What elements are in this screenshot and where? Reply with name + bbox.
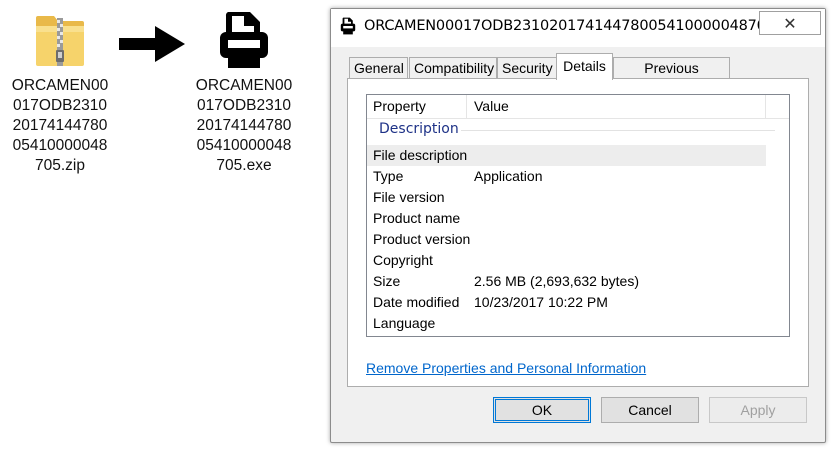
- list-row-file-version[interactable]: File version: [367, 187, 766, 208]
- list-row-product-name[interactable]: Product name: [367, 208, 766, 229]
- list-header: Property Value: [367, 95, 789, 119]
- row-property: Language: [373, 315, 436, 331]
- list-row-file-description[interactable]: File description: [367, 145, 766, 166]
- zipped-folder-icon: [32, 10, 88, 70]
- zip-file-name: ORCAMEN00 017ODB2310 20174144780 0541000…: [11, 77, 109, 174]
- properties-dialog: ORCAMEN00017ODB2310201741447800541000004…: [330, 8, 826, 443]
- list-row-copyright[interactable]: Copyright: [367, 250, 766, 271]
- title-bar[interactable]: ORCAMEN00017ODB2310201741447800541000004…: [331, 9, 825, 47]
- column-header-value[interactable]: Value: [468, 95, 766, 118]
- exe-file-item[interactable]: ORCAMEN00 017ODB2310 20174144780 0541000…: [184, 10, 304, 176]
- right-arrow-icon: [117, 24, 187, 68]
- row-property: Size: [373, 273, 401, 289]
- list-row-language[interactable]: Language: [367, 313, 766, 334]
- list-row-type[interactable]: Type Application: [367, 166, 766, 187]
- details-list[interactable]: Property Value Description File descript…: [366, 94, 790, 337]
- close-button[interactable]: ✕: [759, 11, 821, 35]
- row-value: Application: [474, 168, 543, 184]
- row-property: Copyright: [373, 252, 433, 268]
- list-row-size[interactable]: Size 2.56 MB (2,693,632 bytes): [367, 271, 766, 292]
- row-property: File description: [373, 147, 468, 163]
- row-value: 10/23/2017 10:22 PM: [474, 294, 608, 310]
- group-divider: [461, 130, 775, 131]
- tab-general[interactable]: General: [349, 57, 408, 78]
- window-title: ORCAMEN00017ODB2310201741447800541000004…: [364, 18, 802, 34]
- tab-compatibility[interactable]: Compatibility: [409, 57, 497, 78]
- column-header-property[interactable]: Property: [367, 95, 467, 118]
- group-header-description: Description: [379, 121, 459, 137]
- row-property: Type: [373, 168, 404, 184]
- printer-exe-icon: [216, 10, 272, 70]
- cancel-button[interactable]: Cancel: [601, 397, 699, 423]
- details-panel: Property Value Description File descript…: [347, 78, 809, 387]
- row-property: Date modified: [373, 294, 460, 310]
- list-row-date-modified[interactable]: Date modified 10/23/2017 10:22 PM: [367, 292, 766, 313]
- close-icon: ✕: [783, 13, 797, 33]
- row-property: Product name: [373, 210, 461, 226]
- zip-file-item[interactable]: ORCAMEN00 017ODB2310 20174144780 0541000…: [0, 10, 120, 176]
- remove-properties-link[interactable]: Remove Properties and Personal Informati…: [366, 360, 646, 376]
- tab-details[interactable]: Details: [556, 53, 613, 80]
- row-property: Product version: [373, 231, 471, 247]
- apply-button[interactable]: Apply: [709, 397, 807, 423]
- printer-app-icon: [339, 17, 357, 39]
- row-value: 2.56 MB (2,693,632 bytes): [474, 273, 639, 289]
- ok-button[interactable]: OK: [493, 397, 591, 423]
- tab-previous-versions[interactable]: Previous Versions: [613, 57, 730, 97]
- tab-security[interactable]: Security: [497, 57, 557, 78]
- exe-file-name: ORCAMEN00 017ODB2310 20174144780 0541000…: [195, 77, 293, 174]
- list-row-product-version[interactable]: Product version: [367, 229, 766, 250]
- row-property: File version: [373, 189, 445, 205]
